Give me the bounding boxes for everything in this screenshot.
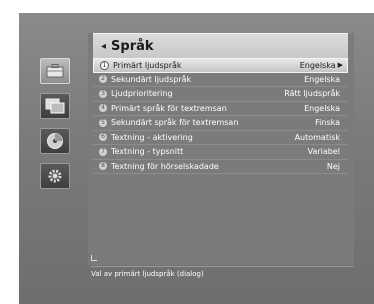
item-number: 8 [99,162,107,171]
item-value: Engelska [299,60,336,70]
corner-mark [91,255,97,261]
menu-item-subtitle-activation[interactable]: 6 Textning - aktivering Automatisk [93,131,348,145]
item-number: 5 [99,118,107,127]
category-icons [40,58,74,198]
item-number: 3 [99,89,107,98]
item-value: Engelska [304,74,340,84]
menu-item-primary-subtitle[interactable]: 4 Primärt språk för textremsan Engelska [93,102,348,116]
item-label: Primärt språk för textremsan [111,103,227,113]
item-value: Rätt ljudspråk [284,89,340,99]
menu-item-primary-audio[interactable]: 1 Primärt ljudspråk Engelska ▶ [93,58,348,73]
back-arrow-icon[interactable]: ◂ [101,41,106,52]
right-arrow-icon[interactable]: ▶ [338,61,343,69]
briefcase-icon[interactable] [40,58,70,84]
footer-divider [91,266,354,267]
item-number: 7 [99,147,107,156]
item-number: 4 [99,104,107,113]
item-number: 6 [99,133,107,142]
item-label: Sekundärt språk för textremsan [111,118,239,128]
menu-item-secondary-subtitle[interactable]: 5 Sekundärt språk för textremsan Finska [93,116,348,131]
monitor-icon[interactable] [40,93,70,119]
item-value: Finska [315,118,340,128]
item-label: Textning för hörselskadade [111,161,219,171]
item-value: Nej [326,161,340,171]
item-label: Textning - typsnitt [111,147,184,157]
settings-list: 1 Primärt ljudspråk Engelska ▶ 2 Sekundä… [93,58,348,174]
item-label: Sekundärt ljudspråk [111,74,192,84]
item-value: Automatisk [294,132,340,142]
gear-icon[interactable] [40,163,70,189]
menu-header: ◂ Språk [93,33,348,58]
menu-item-hearing-impaired[interactable]: 8 Textning för hörselskadade Nej [93,160,348,174]
item-number: 2 [99,75,107,84]
item-value: Variabel [307,147,340,157]
help-text: Val av primärt ljudspråk (dialog) [91,270,204,278]
item-label: Textning - aktivering [111,132,193,142]
item-number: 1 [100,60,109,70]
page-title: Språk [111,38,154,54]
menu-item-subtitle-font[interactable]: 7 Textning - typsnitt Variabel [93,145,348,160]
item-label: Primärt ljudspråk [113,60,182,70]
menu-item-secondary-audio[interactable]: 2 Sekundärt ljudspråk Engelska [93,73,348,87]
disc-icon[interactable] [40,128,70,154]
menu-item-audio-priority[interactable]: 3 Ljudprioritering Rätt ljudspråk [93,87,348,102]
item-value: Engelska [304,103,340,113]
item-label: Ljudprioritering [111,89,173,99]
